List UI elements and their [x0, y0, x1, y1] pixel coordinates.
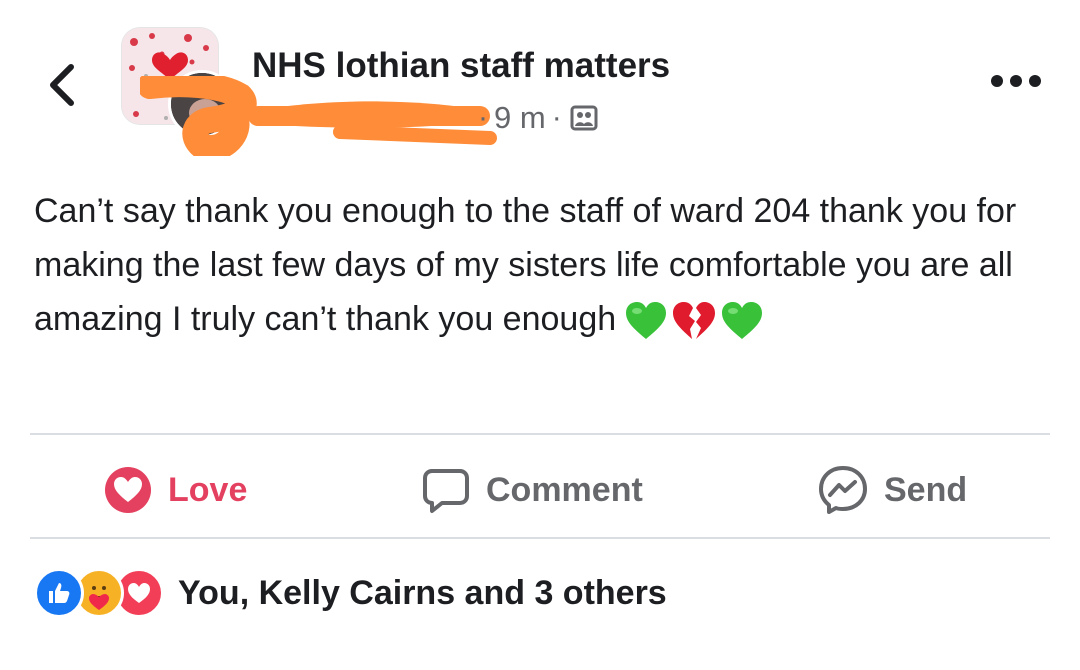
messenger-icon — [819, 466, 867, 514]
more-horizontal-icon — [991, 75, 1041, 87]
love-button[interactable]: Love — [104, 462, 247, 518]
post-text: Can’t say thank you enough to the staff … — [34, 192, 1017, 338]
more-options-button[interactable] — [986, 66, 1046, 96]
comment-label: Comment — [486, 470, 643, 509]
like-reaction-icon — [34, 568, 84, 618]
love-reaction-icon — [105, 467, 151, 513]
send-label: Send — [884, 470, 968, 509]
divider-top — [30, 433, 1050, 435]
redaction-scribble — [140, 76, 497, 156]
chevron-left-icon — [50, 64, 74, 106]
reactions-summary-text: You, Kelly Cairns and 3 others — [178, 573, 667, 612]
divider-bottom — [30, 537, 1050, 539]
send-button[interactable]: Send — [818, 462, 967, 518]
comment-button[interactable]: Comment — [422, 462, 643, 518]
green-heart-icon — [626, 302, 667, 340]
reactions-summary[interactable]: You, Kelly Cairns and 3 others — [34, 568, 667, 618]
broken-heart-icon — [673, 302, 716, 340]
meta-separator-2: · — [551, 101, 562, 134]
love-label: Love — [168, 470, 248, 509]
post-meta: · 9 m · — [478, 100, 598, 136]
comment-icon — [423, 469, 469, 513]
meta-separator: · — [478, 101, 488, 134]
group-name[interactable]: NHS lothian staff matters — [252, 46, 670, 86]
back-button[interactable] — [40, 60, 84, 110]
post-emojis — [624, 301, 764, 341]
post-body: Can’t say thank you enough to the staff … — [34, 184, 1044, 346]
members-icon — [570, 104, 598, 132]
green-heart-icon-2 — [722, 302, 763, 340]
post-timestamp[interactable]: 9 m — [494, 100, 546, 136]
